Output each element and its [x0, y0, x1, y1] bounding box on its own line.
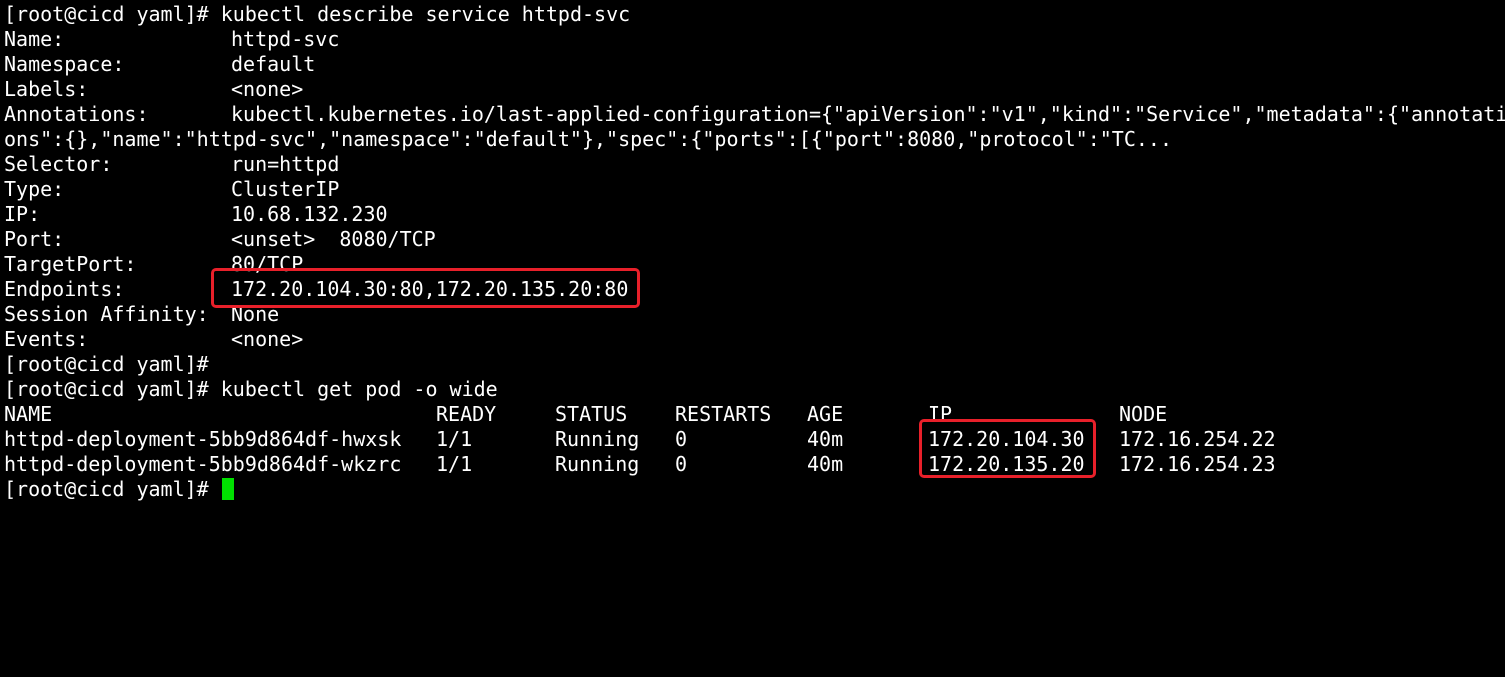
column-header-age: AGE — [807, 402, 844, 426]
pod-node: 172.16.254.22 — [1119, 427, 1276, 451]
command-text: kubectl get pod -o wide — [220, 377, 498, 401]
field-value: httpd-svc — [231, 27, 340, 51]
pod-table-header: NAME READY STATUS RESTARTS AGE IP NODE — [4, 402, 1505, 427]
column-header-status: STATUS — [555, 402, 628, 426]
table-row: httpd-deployment-5bb9d864df-wkzrc 1/1 Ru… — [4, 452, 1505, 477]
shell-prompt: [root@cicd yaml]# — [4, 2, 209, 26]
prompt-line: [root@cicd yaml]# — [4, 352, 1505, 377]
field-value: 10.68.132.230 — [231, 202, 388, 226]
field-key: Name: — [4, 27, 65, 51]
pod-ready: 1/1 — [436, 427, 473, 451]
field-value: <unset> 8080/TCP — [231, 227, 436, 251]
field-key: Selector: — [4, 152, 113, 176]
pod-age: 40m — [807, 452, 844, 476]
pod-ip: 172.20.135.20 — [928, 452, 1085, 476]
service-field-annotations: Annotations: kubectl.kubernetes.io/last-… — [4, 102, 1505, 127]
terminal-window[interactable]: [root@cicd yaml]# kubectl describe servi… — [0, 0, 1505, 502]
service-field-selector: Selector: run=httpd — [4, 152, 1505, 177]
field-key: IP: — [4, 202, 41, 226]
field-value: 172.20.104.30:80,172.20.135.20:80 — [231, 277, 629, 301]
field-key: Port: — [4, 227, 65, 251]
field-value: run=httpd — [231, 152, 340, 176]
command-text: kubectl describe service httpd-svc — [220, 2, 631, 26]
field-key: Annotations: — [4, 102, 149, 126]
service-field-name: Name: httpd-svc — [4, 27, 1505, 52]
command-line: [root@cicd yaml]# kubectl get pod -o wid… — [4, 377, 1505, 402]
shell-prompt: [root@cicd yaml]# — [4, 377, 209, 401]
field-key: Session Affinity: — [4, 302, 209, 326]
field-value-continued: ons":{},"name":"httpd-svc","namespace":"… — [4, 127, 1172, 151]
pod-ip: 172.20.104.30 — [928, 427, 1085, 451]
column-header-ready: READY — [436, 402, 497, 426]
field-value: ClusterIP — [231, 177, 340, 201]
shell-prompt: [root@cicd yaml]# — [4, 477, 209, 501]
field-value: kubectl.kubernetes.io/last-applied-confi… — [231, 102, 1505, 126]
pod-age: 40m — [807, 427, 844, 451]
pod-ready: 1/1 — [436, 452, 473, 476]
pod-name: httpd-deployment-5bb9d864df-hwxsk — [4, 427, 402, 451]
command-line: [root@cicd yaml]# kubectl describe servi… — [4, 2, 1505, 27]
pod-restarts: 0 — [675, 427, 688, 451]
service-field-type: Type: ClusterIP — [4, 177, 1505, 202]
field-value: 80/TCP — [231, 252, 304, 276]
service-field-annotations-wrap: ons":{},"name":"httpd-svc","namespace":"… — [4, 127, 1505, 152]
service-field-session-affinity: Session Affinity: None — [4, 302, 1505, 327]
pod-name: httpd-deployment-5bb9d864df-wkzrc — [4, 452, 402, 476]
service-field-ip: IP: 10.68.132.230 — [4, 202, 1505, 227]
field-value: <none> — [231, 327, 304, 351]
column-header-ip: IP — [928, 402, 953, 426]
field-value: None — [231, 302, 280, 326]
service-field-endpoints: Endpoints: 172.20.104.30:80,172.20.135.2… — [4, 277, 1505, 302]
column-header-node: NODE — [1119, 402, 1168, 426]
field-key: Namespace: — [4, 52, 125, 76]
pod-restarts: 0 — [675, 452, 688, 476]
field-key: Labels: — [4, 77, 89, 101]
pod-status: Running — [555, 452, 640, 476]
field-value: <none> — [231, 77, 304, 101]
table-row: httpd-deployment-5bb9d864df-hwxsk 1/1 Ru… — [4, 427, 1505, 452]
service-field-events: Events: <none> — [4, 327, 1505, 352]
terminal-cursor[interactable] — [221, 478, 234, 500]
service-field-namespace: Namespace: default — [4, 52, 1505, 77]
shell-prompt: [root@cicd yaml]# — [4, 352, 209, 376]
active-prompt-line[interactable]: [root@cicd yaml]# — [4, 477, 1505, 502]
field-key: TargetPort: — [4, 252, 137, 276]
service-field-port: Port: <unset> 8080/TCP — [4, 227, 1505, 252]
field-key: Events: — [4, 327, 89, 351]
field-key: Type: — [4, 177, 65, 201]
column-header-name: NAME — [4, 402, 53, 426]
column-header-restarts: RESTARTS — [675, 402, 772, 426]
service-field-labels: Labels: <none> — [4, 77, 1505, 102]
field-value: default — [231, 52, 316, 76]
pod-node: 172.16.254.23 — [1119, 452, 1276, 476]
service-field-targetport: TargetPort: 80/TCP — [4, 252, 1505, 277]
field-key: Endpoints: — [4, 277, 125, 301]
pod-status: Running — [555, 427, 640, 451]
